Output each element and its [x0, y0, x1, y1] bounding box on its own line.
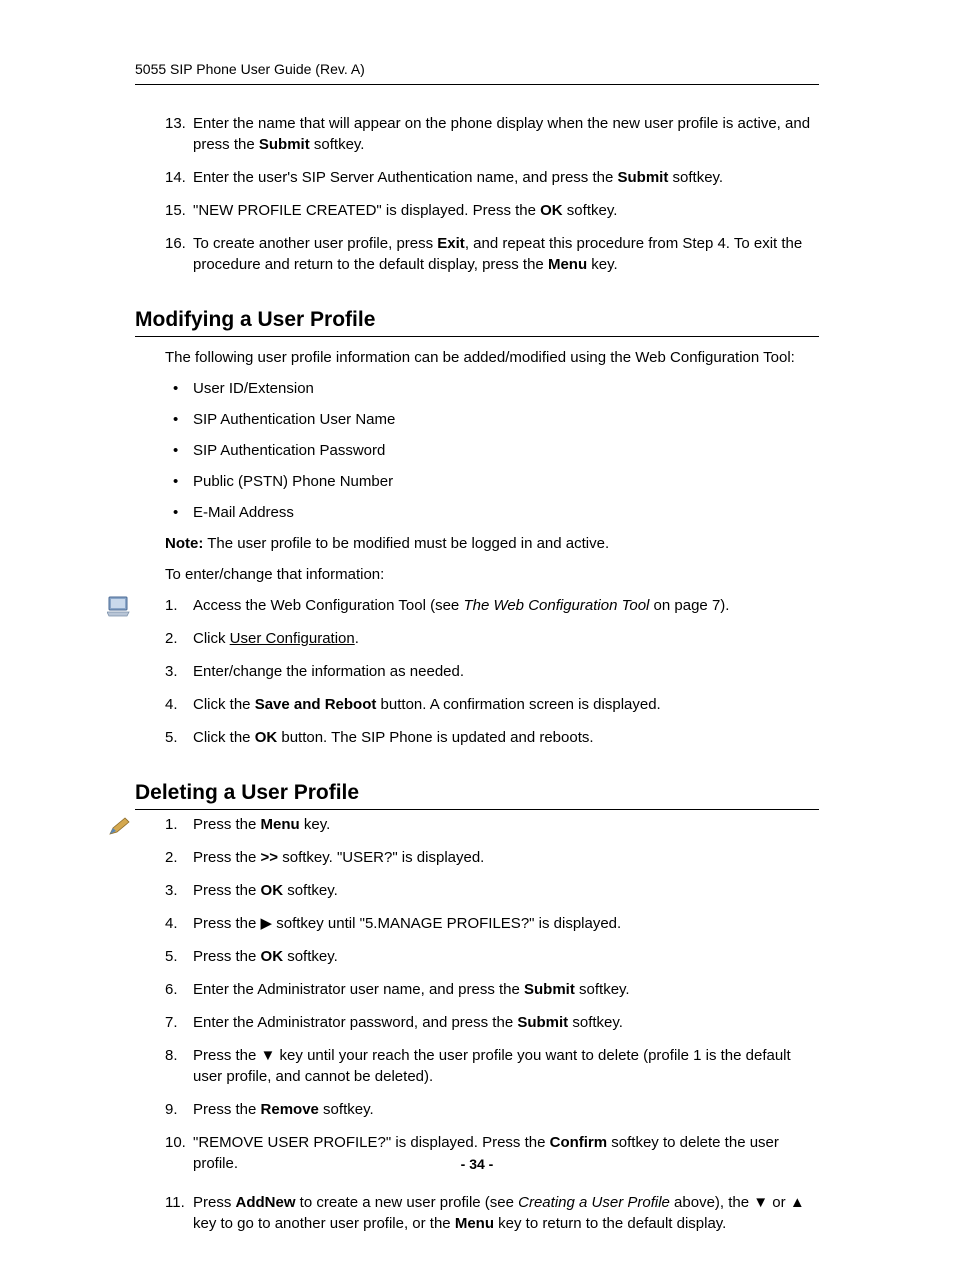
list-item: 9.Press the Remove softkey. — [165, 1099, 819, 1120]
heading-modifying: Modifying a User Profile — [135, 305, 819, 337]
modify-note: Note: The user profile to be modified mu… — [165, 533, 819, 554]
list-item: 3.Press the OK softkey. — [165, 880, 819, 901]
list-item: 2.Click User Configuration. — [165, 628, 819, 649]
list-item: 16.To create another user profile, press… — [165, 233, 819, 275]
modify-to-enter: To enter/change that information: — [165, 564, 819, 585]
computer-icon — [107, 595, 133, 621]
list-item: Public (PSTN) Phone Number — [165, 471, 819, 492]
list-item: 1.Access the Web Configuration Tool (see… — [165, 595, 819, 616]
list-item: 1.Press the Menu key. — [165, 814, 819, 835]
list-item: 6.Enter the Administrator user name, and… — [165, 979, 819, 1000]
modify-intro: The following user profile information c… — [165, 347, 819, 368]
page-header: 5055 SIP Phone User Guide (Rev. A) — [135, 60, 819, 85]
list-item: 4.Click the Save and Reboot button. A co… — [165, 694, 819, 715]
down-arrow-icon: ▼ — [753, 1194, 768, 1211]
right-arrow-icon: ▶ — [261, 915, 273, 932]
list-item: 11.Press AddNew to create a new user pro… — [165, 1192, 819, 1234]
list-item: 5.Press the OK softkey. — [165, 946, 819, 967]
heading-deleting: Deleting a User Profile — [135, 778, 819, 810]
up-arrow-icon: ▲ — [790, 1194, 805, 1211]
page-number: - 34 - — [0, 1155, 954, 1175]
list-item: 13.Enter the name that will appear on th… — [165, 113, 819, 155]
down-arrow-icon: ▼ — [261, 1047, 276, 1064]
pencil-icon — [107, 816, 133, 842]
continued-steps-list: 13.Enter the name that will appear on th… — [165, 113, 819, 275]
list-item: 4.Press the ▶ softkey until "5.MANAGE PR… — [165, 913, 819, 934]
list-item: 5.Click the OK button. The SIP Phone is … — [165, 727, 819, 748]
list-item: 8.Press the ▼ key until your reach the u… — [165, 1045, 819, 1087]
list-item: SIP Authentication User Name — [165, 409, 819, 430]
list-item: 2.Press the >> softkey. "USER?" is displ… — [165, 847, 819, 868]
modify-bullets: User ID/Extension SIP Authentication Use… — [165, 378, 819, 523]
modify-steps: 1.Access the Web Configuration Tool (see… — [165, 595, 819, 748]
list-item: 3.Enter/change the information as needed… — [165, 661, 819, 682]
list-item: E-Mail Address — [165, 502, 819, 523]
list-item: 14.Enter the user's SIP Server Authentic… — [165, 167, 819, 188]
list-item: 7.Enter the Administrator password, and … — [165, 1012, 819, 1033]
list-item: User ID/Extension — [165, 378, 819, 399]
list-item: SIP Authentication Password — [165, 440, 819, 461]
list-item: 15. "NEW PROFILE CREATED" is displayed. … — [165, 200, 819, 221]
